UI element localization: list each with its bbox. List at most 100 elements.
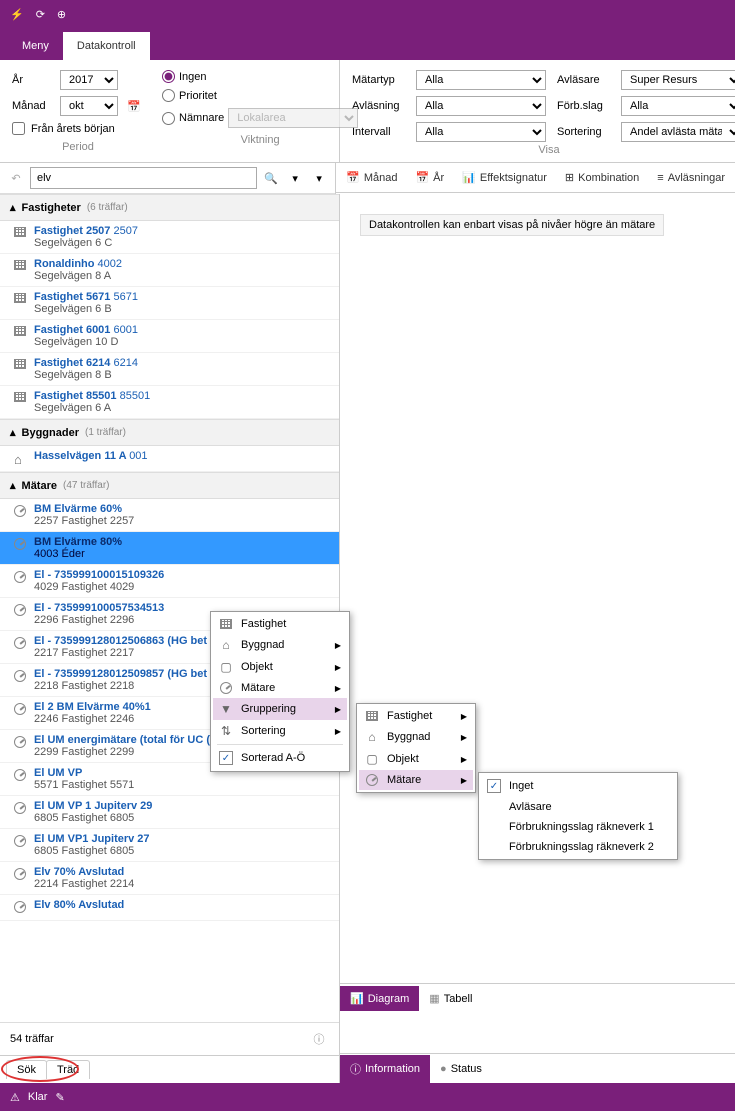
list-item-matare[interactable]: Elv 70% Avslutad2214 Fastighet 2214: [0, 862, 339, 895]
sortering-select[interactable]: Andel avlästa mätare: [621, 122, 735, 142]
list-item-fastighet[interactable]: Fastighet 5671 5671Segelvägen 6 B: [0, 287, 339, 320]
matartyp-label: Mätartyp: [352, 74, 410, 86]
meter-icon: [14, 835, 28, 850]
list-item-matare[interactable]: Elv 80% Avslutad: [0, 895, 339, 921]
ctx1-objekt[interactable]: ▢Objekt▶: [213, 656, 347, 678]
ctx1-gruppering[interactable]: ▼Gruppering▶: [213, 698, 347, 720]
matartyp-select[interactable]: Alla: [416, 70, 546, 90]
radio-prioritet[interactable]: [162, 89, 175, 102]
list-item-fastighet[interactable]: Fastighet 85501 85501Segelvägen 6 A: [0, 386, 339, 419]
ctx1-fastighet[interactable]: Fastighet: [213, 614, 347, 634]
view-effektsignatur[interactable]: 📊Effektsignatur: [462, 171, 547, 184]
period-caption: Period: [12, 141, 144, 153]
view-avlasningar[interactable]: ≡Avläsningar: [657, 172, 725, 184]
list-item-matare[interactable]: BM Elvärme 60%2257 Fastighet 2257: [0, 499, 339, 532]
from-start-checkbox[interactable]: [12, 122, 25, 135]
group-bygg[interactable]: ▴ Byggnader (1 träffar): [0, 419, 339, 446]
search-icon[interactable]: 🔍: [261, 168, 281, 188]
chart-icon: 📊: [462, 171, 476, 184]
alert-icon[interactable]: ⚠: [10, 1091, 20, 1104]
tree[interactable]: ▴ Fastigheter (6 träffar)Fastighet 2507 …: [0, 194, 339, 1023]
meter-icon: [14, 901, 28, 916]
view-ar[interactable]: 📅År: [415, 171, 444, 184]
radio-ingen[interactable]: [162, 70, 175, 83]
collapse-icon: ▴: [10, 479, 16, 492]
options-dropdown-icon[interactable]: ▾: [309, 168, 329, 188]
namnare-select[interactable]: Lokalarea: [228, 108, 358, 128]
back-icon[interactable]: ↶: [6, 168, 26, 188]
group-mat[interactable]: ▴ Mätare (47 träffar): [0, 472, 339, 499]
ctx2-objekt[interactable]: ▢Objekt▶: [359, 748, 473, 770]
ctx3-inget[interactable]: ✓Inget: [481, 775, 675, 797]
list-item-fastighet[interactable]: Fastighet 6001 6001Segelvägen 10 D: [0, 320, 339, 353]
list-item-matare[interactable]: El UM VP 1 Jupiterv 296805 Fastighet 680…: [0, 796, 339, 829]
tab-information[interactable]: ⓘInformation: [340, 1055, 430, 1083]
list-item-byggnad[interactable]: ⌂Hasselvägen 11 A 001: [0, 446, 339, 472]
view-toolbar: 📅Månad 📅År 📊Effektsignatur ⊞Kombination …: [336, 163, 735, 193]
globe-icon[interactable]: ⊕: [57, 8, 66, 21]
tab-diagram[interactable]: 📊Diagram: [340, 986, 419, 1011]
calendar-icon[interactable]: 📅: [124, 96, 144, 116]
building-icon: [14, 326, 28, 339]
tab-trad[interactable]: Träd: [46, 1060, 90, 1079]
group-fast[interactable]: ▴ Fastigheter (6 träffar): [0, 194, 339, 221]
ctx3-avlasare[interactable]: Avläsare: [481, 797, 675, 817]
avlasare-label: Avläsare: [557, 74, 615, 86]
list-item-fastighet[interactable]: Fastighet 2507 2507Segelvägen 6 C: [0, 221, 339, 254]
ctx1-sortering[interactable]: ⇅Sortering▶: [213, 720, 347, 742]
meter-icon: [14, 637, 28, 652]
year-label: År: [12, 74, 54, 86]
search-input[interactable]: [30, 167, 257, 189]
ctx2-matare[interactable]: Mätare▶: [359, 770, 473, 790]
collapse-icon: ▴: [10, 426, 16, 439]
cube-icon: ▢: [219, 660, 233, 674]
tab-sok[interactable]: Sök: [6, 1060, 47, 1079]
view-manad[interactable]: 📅Månad: [346, 171, 397, 184]
check-icon: ✓: [219, 751, 233, 765]
ctx1-byggnad[interactable]: ⌂Byggnad▶: [213, 634, 347, 656]
arrows-icon[interactable]: ⟳: [36, 8, 45, 21]
ctx2-fastighet[interactable]: Fastighet▶: [359, 706, 473, 726]
forbslag-select[interactable]: Alla: [621, 96, 735, 116]
tab-datakontroll[interactable]: Datakontroll: [63, 32, 150, 60]
tab-tabell[interactable]: ▦Tabell: [419, 986, 482, 1011]
avlasare-select[interactable]: Super Resurs: [621, 70, 735, 90]
context-menu-3: ✓Inget Avläsare Förbrukningsslag räkneve…: [478, 772, 678, 860]
avlasning-label: Avläsning: [352, 100, 410, 112]
meter-icon: [14, 538, 28, 553]
collapse-icon: ▴: [10, 201, 16, 214]
main-area: ▴ Fastigheter (6 träffar)Fastighet 2507 …: [0, 194, 735, 1083]
building-icon: [219, 619, 233, 629]
list-icon: ≡: [657, 172, 663, 184]
side-tabs: Sök Träd: [0, 1055, 339, 1083]
content-message: Datakontrollen kan enbart visas på nivåe…: [360, 214, 664, 236]
view-kombination[interactable]: ⊞Kombination: [565, 171, 639, 184]
year-select[interactable]: 2017: [60, 70, 118, 90]
edit-icon[interactable]: ✎: [55, 1091, 64, 1104]
month-select[interactable]: okt: [60, 96, 118, 116]
ctx1-matare[interactable]: Mätare▶: [213, 678, 347, 698]
building-icon: [14, 359, 28, 372]
building-icon: [14, 227, 28, 240]
ctx2-byggnad[interactable]: ⌂Byggnad▶: [359, 726, 473, 748]
ctx3-forb2[interactable]: Förbrukningsslag räkneverk 2: [481, 837, 675, 857]
list-item-matare[interactable]: El - 7359991000151093264029 Fastighet 40…: [0, 565, 339, 598]
intervall-select[interactable]: Alla: [416, 122, 546, 142]
bolt-icon[interactable]: ⚡: [10, 8, 24, 21]
help-icon[interactable]: ⓘ: [309, 1029, 329, 1049]
tab-meny[interactable]: Meny: [8, 32, 63, 60]
list-item-matare[interactable]: BM Elvärme 80%4003 Éder: [0, 532, 339, 565]
filter-dropdown-icon[interactable]: ▾: [285, 168, 305, 188]
meter-icon: [14, 769, 28, 784]
meter-icon: [365, 774, 379, 786]
list-item-fastighet[interactable]: Ronaldinho 4002Segelvägen 8 A: [0, 254, 339, 287]
ctx3-forb1[interactable]: Förbrukningsslag räkneverk 1: [481, 817, 675, 837]
sort-icon: ⇅: [219, 724, 233, 738]
tab-status[interactable]: ●Status: [430, 1057, 492, 1081]
radio-namnare[interactable]: [162, 112, 175, 125]
ctx1-sorterad[interactable]: ✓Sorterad A-Ö: [213, 747, 347, 769]
chevron-right-icon: ▶: [461, 776, 467, 785]
list-item-fastighet[interactable]: Fastighet 6214 6214Segelvägen 8 B: [0, 353, 339, 386]
list-item-matare[interactable]: El UM VP1 Jupiterv 276805 Fastighet 6805: [0, 829, 339, 862]
avlasning-select[interactable]: Alla: [416, 96, 546, 116]
